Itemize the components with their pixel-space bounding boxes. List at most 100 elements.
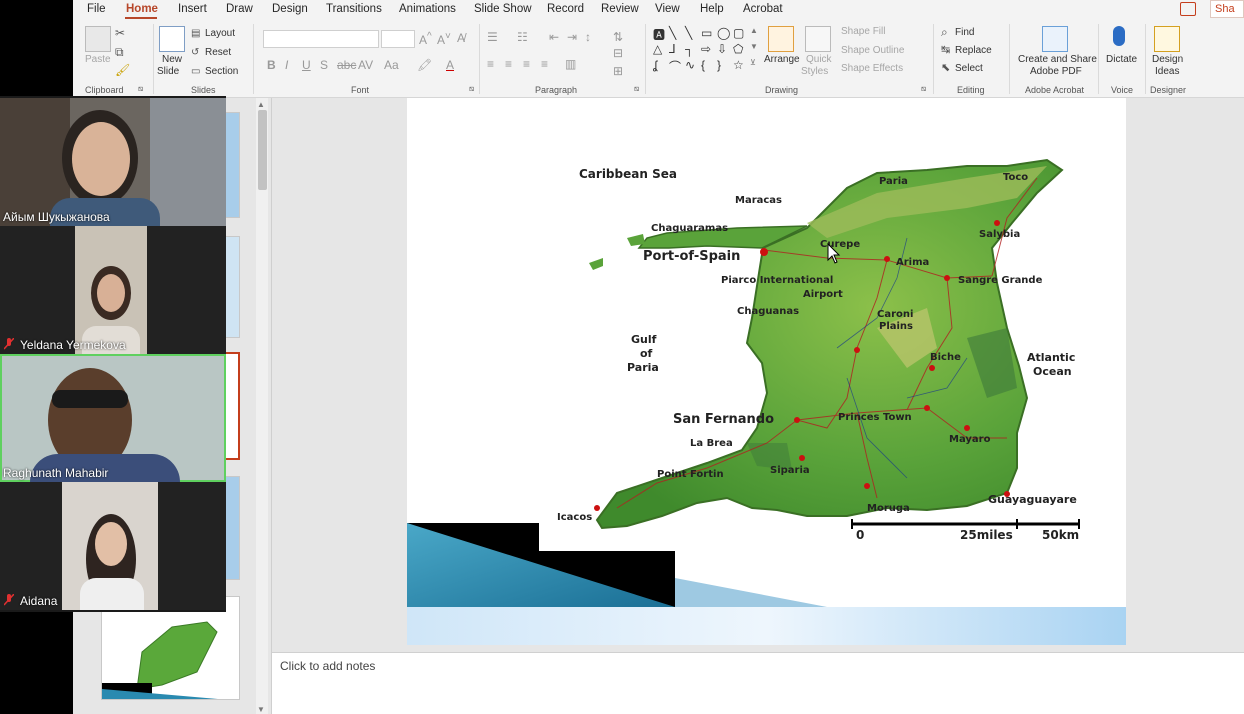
tab-file[interactable]: File	[87, 3, 106, 15]
tab-record[interactable]: Record	[547, 3, 584, 15]
gallery-more-icon[interactable]: ⊻	[750, 58, 756, 67]
find-icon[interactable]: ⌕	[941, 25, 948, 40]
format-painter-icon[interactable]: 🖌	[115, 63, 130, 77]
slide-canvas[interactable]: Caribbean Sea Paria Toco Maracas Chaguar…	[407, 98, 1126, 645]
dialog-launcher-icon[interactable]: ⧅	[138, 84, 143, 94]
increase-indent-icon[interactable]: ⇥	[567, 30, 577, 44]
tab-slide-show[interactable]: Slide Show	[474, 3, 532, 15]
quick-styles-button[interactable]: Quick	[806, 54, 832, 65]
decrease-indent-icon[interactable]: ⇤	[549, 30, 559, 44]
tab-design[interactable]: Design	[272, 3, 308, 15]
new-slide-label-2[interactable]: Slide	[157, 66, 179, 77]
arrow-down-shape-icon[interactable]: ⇩	[717, 42, 727, 56]
design-ideas-icon[interactable]	[1154, 26, 1180, 52]
share-button[interactable]: Sha	[1210, 0, 1244, 18]
align-text-icon[interactable]: ⊟	[613, 46, 623, 60]
design-ideas-button[interactable]: Design	[1152, 54, 1183, 65]
align-center-icon[interactable]: ≡	[505, 57, 512, 71]
reset-icon[interactable]: ↺	[191, 47, 199, 58]
participant-tile-active-speaker[interactable]: Raghunath Mahabir	[0, 354, 226, 482]
tab-acrobat[interactable]: Acrobat	[743, 3, 783, 15]
strikethrough-icon[interactable]: abc	[337, 58, 356, 72]
paste-icon[interactable]	[85, 26, 111, 52]
font-size-box[interactable]	[381, 30, 415, 48]
smartart-icon[interactable]: ⊞	[613, 64, 623, 78]
grow-font-icon[interactable]: A^	[419, 31, 432, 47]
shape-fill-button[interactable]: Shape Fill	[841, 26, 885, 37]
tab-home[interactable]: Home	[126, 3, 158, 15]
tab-review[interactable]: Review	[601, 3, 639, 15]
line-shape-icon[interactable]: ╲	[669, 26, 676, 40]
shape-outline-button[interactable]: Shape Outline	[841, 45, 904, 56]
quick-styles-button-2[interactable]: Styles	[801, 66, 828, 77]
align-left-icon[interactable]: ≡	[487, 57, 494, 71]
arrow-right-shape-icon[interactable]: ⇨	[701, 42, 711, 56]
arrange-icon[interactable]	[768, 26, 794, 52]
new-slide-label[interactable]: New	[162, 54, 182, 65]
freeform-shape-icon[interactable]: ʆ	[653, 58, 657, 72]
rounded-rect-shape-icon[interactable]: ▢	[733, 26, 744, 40]
select-icon[interactable]: ⬉	[941, 61, 950, 74]
numbering-icon[interactable]: ☷	[517, 30, 528, 44]
shape-effects-button[interactable]: Shape Effects	[841, 63, 903, 74]
select-button[interactable]: Select	[955, 63, 983, 74]
microphone-icon[interactable]	[1113, 26, 1125, 46]
bold-icon[interactable]: B	[267, 58, 276, 72]
thumbnails-scrollbar[interactable]: ▲ ▼	[256, 98, 268, 714]
comments-icon[interactable]	[1180, 2, 1196, 16]
layout-button[interactable]: Layout	[205, 28, 235, 39]
oval-shape-icon[interactable]: ◯	[717, 26, 730, 40]
tab-help[interactable]: Help	[700, 3, 724, 15]
font-color-icon[interactable]: A	[446, 58, 454, 72]
triangle-shape-icon[interactable]: △	[653, 42, 662, 56]
gallery-scroll-down-icon[interactable]: ▼	[750, 42, 758, 51]
participant-tile[interactable]: Yeldana Yermekova	[0, 226, 226, 354]
arc-shape-icon[interactable]: ⌒	[669, 58, 681, 75]
layout-icon[interactable]: ▤	[191, 28, 200, 39]
callout-shape-icon[interactable]: ⬠	[733, 42, 743, 56]
scroll-up-icon[interactable]: ▲	[257, 100, 265, 109]
underline-icon[interactable]: U	[302, 58, 311, 72]
dialog-launcher-icon[interactable]: ⧅	[634, 84, 639, 94]
shapes-gallery[interactable]: 🅰 ╲ ╲ ▭ ◯ ▢ △ ⅃ ┐ ⇨ ⇩ ⬠ ʆ ⌒ ∿ { } ☆ ▲ ▼	[651, 24, 761, 74]
section-icon[interactable]: ▭	[191, 66, 200, 77]
design-ideas-button-2[interactable]: Ideas	[1155, 66, 1179, 77]
line-spacing-icon[interactable]: ↕	[585, 30, 591, 44]
dictate-button[interactable]: Dictate	[1106, 54, 1137, 65]
scroll-down-icon[interactable]: ▼	[257, 705, 265, 714]
dialog-launcher-icon[interactable]: ⧅	[469, 84, 474, 94]
create-pdf-icon[interactable]	[1042, 26, 1068, 52]
participant-tile[interactable]: Aidana	[0, 482, 226, 610]
section-button[interactable]: Section	[205, 66, 238, 77]
shadow-icon[interactable]: S	[320, 58, 328, 72]
cut-icon[interactable]: ✂	[115, 26, 125, 40]
tab-view[interactable]: View	[655, 3, 680, 15]
notes-pane[interactable]: Click to add notes	[272, 652, 1244, 714]
shrink-font-icon[interactable]: A˅	[437, 31, 451, 47]
create-pdf-button[interactable]: Create and Share	[1018, 54, 1097, 65]
arrange-button[interactable]: Arrange	[764, 54, 800, 65]
clear-formatting-icon[interactable]: A̸	[457, 31, 465, 45]
brace-shape-icon[interactable]: }	[717, 58, 721, 72]
replace-icon[interactable]: ↹	[941, 43, 950, 56]
reset-button[interactable]: Reset	[205, 47, 231, 58]
star-shape-icon[interactable]: ☆	[733, 58, 744, 72]
notes-placeholder[interactable]: Click to add notes	[280, 659, 375, 673]
text-direction-icon[interactable]: ⇅	[613, 30, 623, 44]
find-button[interactable]: Find	[955, 27, 974, 38]
line-shape-icon[interactable]: ╲	[685, 26, 692, 40]
italic-icon[interactable]: I	[285, 58, 288, 72]
tab-insert[interactable]: Insert	[178, 3, 207, 15]
new-slide-icon[interactable]	[159, 26, 185, 52]
font-name-box[interactable]	[263, 30, 379, 48]
dialog-launcher-icon[interactable]: ⧅	[921, 84, 926, 94]
connector-shape-icon[interactable]: ┐	[685, 42, 694, 56]
char-spacing-icon[interactable]: AV	[358, 58, 373, 72]
quick-styles-icon[interactable]	[805, 26, 831, 52]
tab-animations[interactable]: Animations	[399, 3, 456, 15]
tab-draw[interactable]: Draw	[226, 3, 253, 15]
copy-icon[interactable]: ⧉	[115, 45, 124, 60]
gallery-scroll-up-icon[interactable]: ▲	[750, 26, 758, 35]
create-pdf-button-2[interactable]: Adobe PDF	[1030, 66, 1082, 77]
tab-transitions[interactable]: Transitions	[326, 3, 382, 15]
